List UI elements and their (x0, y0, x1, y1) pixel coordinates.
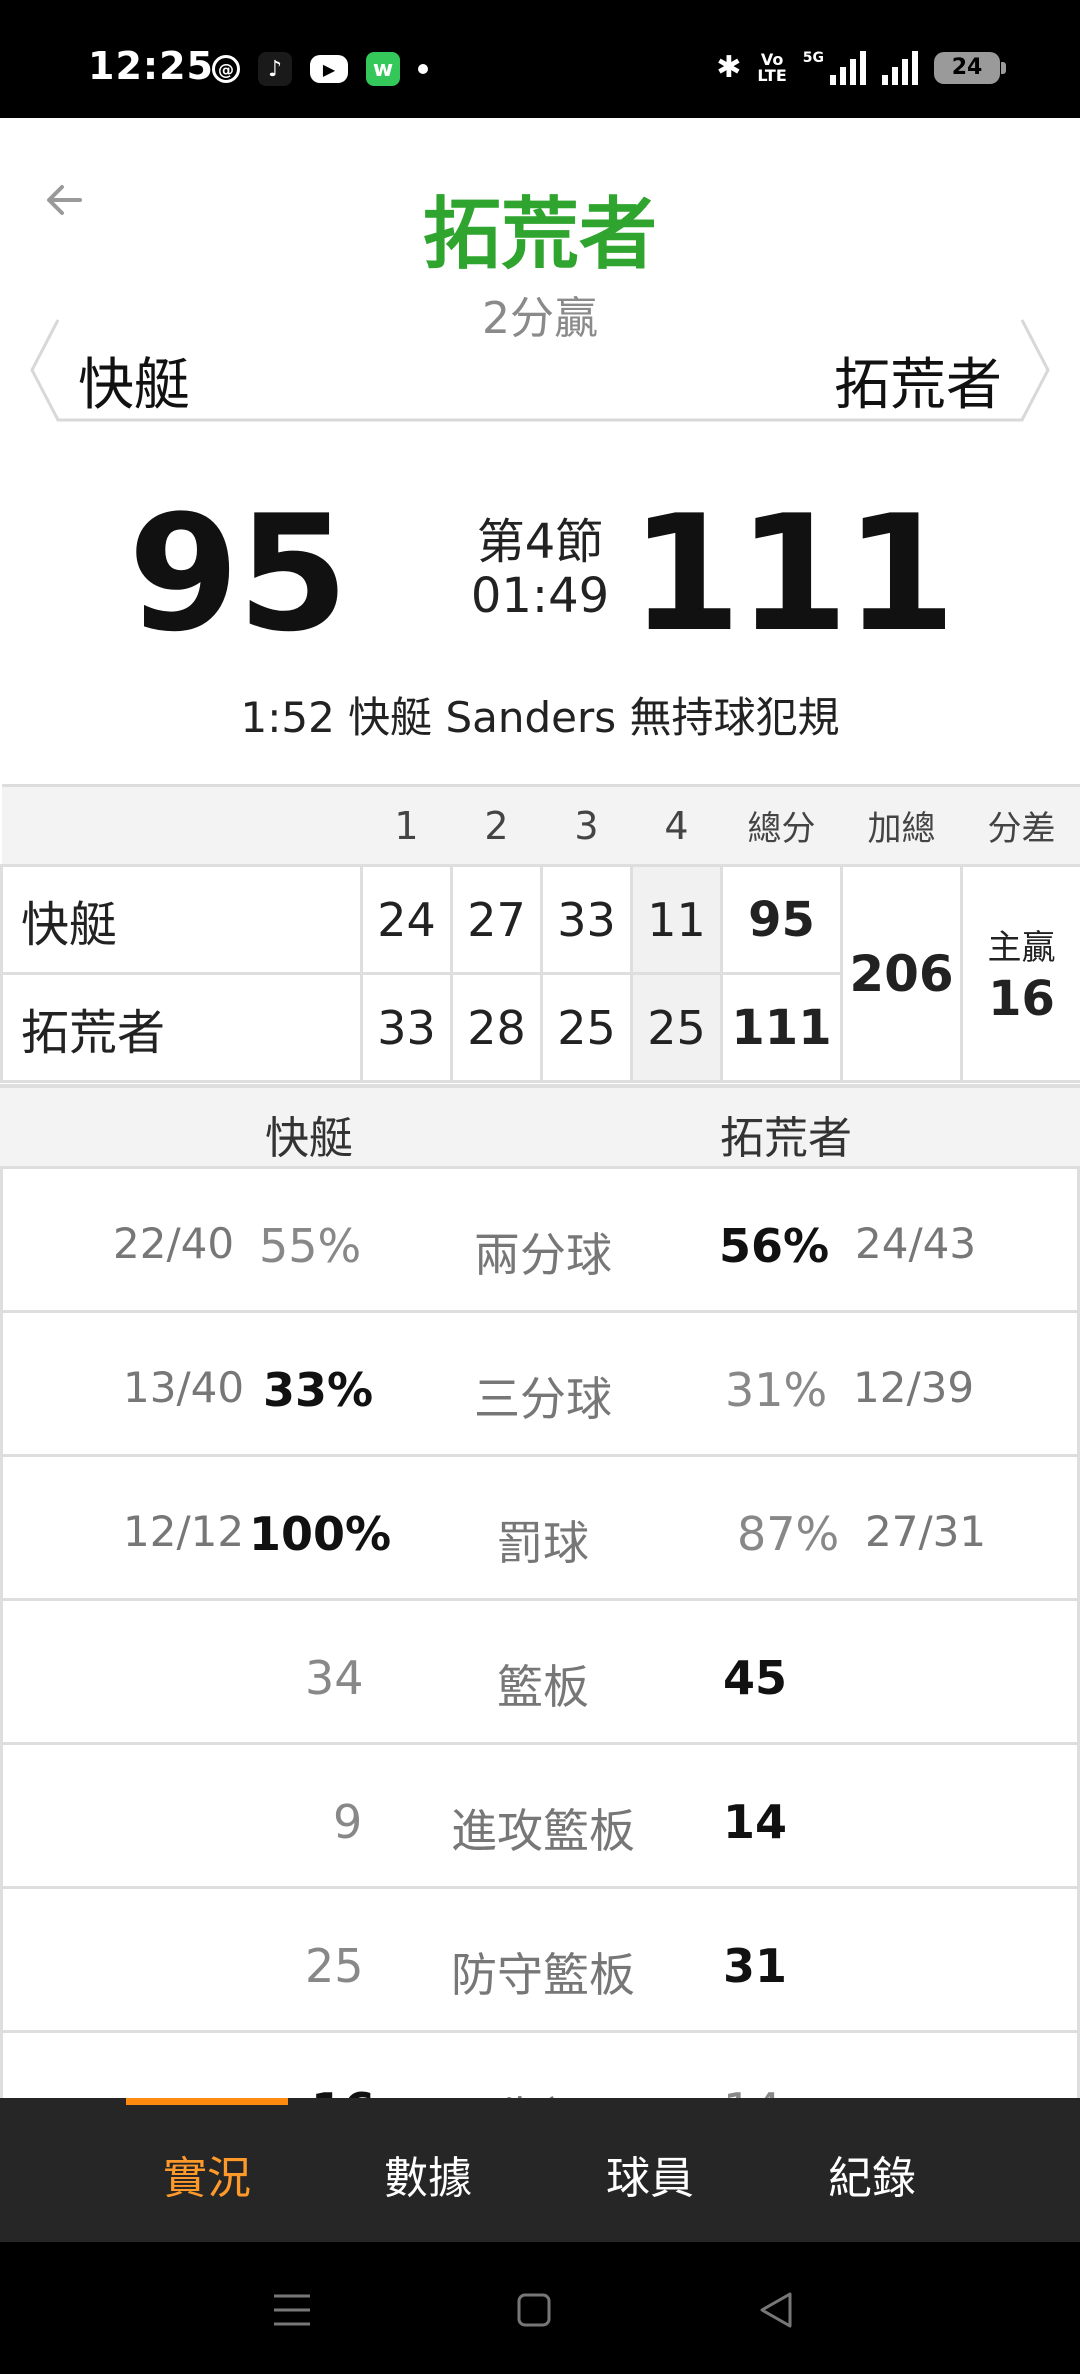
stat-left-fraction: 13/40 (123, 1363, 245, 1412)
stat-row-defensive-rebounds: 25 防守籃板 31 (0, 1886, 1080, 2030)
stat-row-offensive-rebounds: 9 進攻籃板 14 (0, 1742, 1080, 1886)
quarter-score: 27 (450, 864, 543, 975)
home-icon[interactable] (504, 2280, 564, 2340)
team-bar: 快艇 拓荒者 (28, 318, 1052, 428)
table-header-blank (1, 784, 362, 866)
stat-row-free-throws: 12/12 100% 罰球 87% 27/31 (0, 1454, 1080, 1598)
back-icon[interactable] (746, 2280, 806, 2340)
stat-right-fraction: 12/39 (853, 1363, 975, 1412)
tab-live[interactable]: 實況 (107, 2142, 307, 2206)
stat-left-value: 9 (333, 1795, 363, 1849)
table-header: 1 (361, 784, 452, 866)
more-notifications-dot (418, 64, 428, 74)
stat-right-fraction: 24/43 (855, 1219, 977, 1268)
stat-row-three-pointers: 13/40 33% 三分球 31% 12/39 (0, 1310, 1080, 1454)
stat-right-fraction: 27/31 (865, 1507, 987, 1556)
bluetooth-icon: ✱ (716, 50, 742, 85)
stat-left-fraction: 12/12 (123, 1507, 245, 1556)
menu-icon[interactable] (262, 2280, 322, 2340)
table-header: 4 (631, 784, 722, 866)
stat-row-rebounds: 34 籃板 45 (0, 1598, 1080, 1742)
stat-row-two-pointers: 22/40 55% 兩分球 56% 24/43 (0, 1166, 1080, 1310)
stats-header: 快艇 拓荒者 (0, 1084, 1080, 1168)
table-team-name: 拓荒者 (0, 972, 363, 1083)
signal-icon-1 (830, 50, 866, 85)
quarter-score: 25 (630, 972, 723, 1083)
stats-team-left: 快艇 (265, 1113, 353, 1164)
stat-left-value: 34 (305, 1651, 364, 1705)
stat-name: 進攻籃板 (451, 1804, 635, 1858)
combined-total: 206 (840, 864, 963, 1083)
quarter-score: 33 (540, 864, 633, 975)
stats-team-right: 拓荒者 (720, 1113, 852, 1164)
quarter-score: 25 (540, 972, 633, 1083)
table-header-row: 1 2 3 4 總分 加總 分差 (1, 784, 1080, 866)
team-left-name[interactable]: 快艇 (78, 340, 190, 421)
battery-icon: 24 (934, 51, 1006, 84)
stat-left-fraction: 22/40 (113, 1219, 235, 1268)
system-navigation-bar (0, 2242, 1080, 2374)
status-time: 12:25 (88, 44, 214, 88)
table-row: 快艇 24 27 33 11 95 206 主贏 16 (0, 864, 1080, 1083)
team-total: 111 (720, 972, 843, 1083)
table-team-name: 快艇 (0, 864, 363, 975)
stat-left-percent: 55% (259, 1219, 362, 1273)
system-status-icons: ✱ Vo LTE 5G 24 (716, 49, 1006, 85)
table-header: 分差 (961, 784, 1080, 866)
stat-left-value: 25 (305, 1939, 364, 1993)
winner-title: 拓荒者 (422, 190, 657, 280)
stat-right-value: 45 (723, 1651, 788, 1705)
stat-right-percent: 87% (737, 1507, 840, 1561)
team-right-name[interactable]: 拓荒者 (834, 340, 1002, 421)
tab-records[interactable]: 紀錄 (772, 2142, 972, 2206)
table-header: 總分 (721, 784, 842, 866)
bottom-tab-bar: 實況 數據 球員 紀錄 (0, 2098, 1080, 2242)
stat-left-percent: 100% (249, 1507, 392, 1561)
threads-icon: @ (212, 55, 240, 83)
quarter-score: 28 (450, 972, 543, 1083)
app-w-icon: w (366, 52, 400, 86)
tab-stats[interactable]: 數據 (328, 2142, 528, 2206)
point-difference: 主贏 16 (960, 864, 1080, 1083)
diff-label: 主贏 (987, 928, 1056, 968)
active-tab-indicator (126, 2098, 288, 2105)
stat-name: 防守籃板 (451, 1948, 635, 2002)
network-type: 5G (802, 50, 824, 66)
quarter-score: 24 (360, 864, 453, 975)
stat-right-percent: 31% (725, 1363, 828, 1417)
score-right: 111 (630, 480, 956, 667)
stat-name: 罰球 (497, 1516, 589, 1570)
signal-icon-2 (882, 50, 918, 85)
stat-left-percent: 33% (263, 1363, 374, 1417)
quarter-score: 11 (630, 864, 723, 975)
stat-name: 三分球 (474, 1372, 612, 1426)
diff-value: 16 (988, 971, 1055, 1027)
stat-name: 籃板 (497, 1660, 589, 1714)
tab-players[interactable]: 球員 (550, 2142, 750, 2206)
quarter-score: 33 (360, 972, 453, 1083)
stat-name: 兩分球 (474, 1228, 612, 1282)
table-header: 加總 (841, 784, 962, 866)
youtube-icon: ▶ (310, 55, 348, 83)
notification-icons: @ ♪ ▶ w (212, 52, 428, 86)
quarter-score-table: 1 2 3 4 總分 加總 分差 快艇 24 27 33 11 95 206 主… (0, 784, 1080, 1083)
stat-right-value: 31 (723, 1939, 788, 1993)
team-total: 95 (720, 864, 843, 975)
volte-icon: Vo LTE (757, 49, 787, 85)
table-header: 2 (451, 784, 542, 866)
stat-right-value: 14 (723, 1795, 788, 1849)
stat-right-percent: 56% (719, 1219, 830, 1273)
status-bar: 12:25 @ ♪ ▶ w ✱ Vo LTE 5G 24 (0, 0, 1080, 118)
last-play-text: 1:52 快艇 Sanders 無持球犯規 (240, 693, 840, 742)
tiktok-icon: ♪ (258, 52, 292, 86)
table-header: 3 (541, 784, 632, 866)
